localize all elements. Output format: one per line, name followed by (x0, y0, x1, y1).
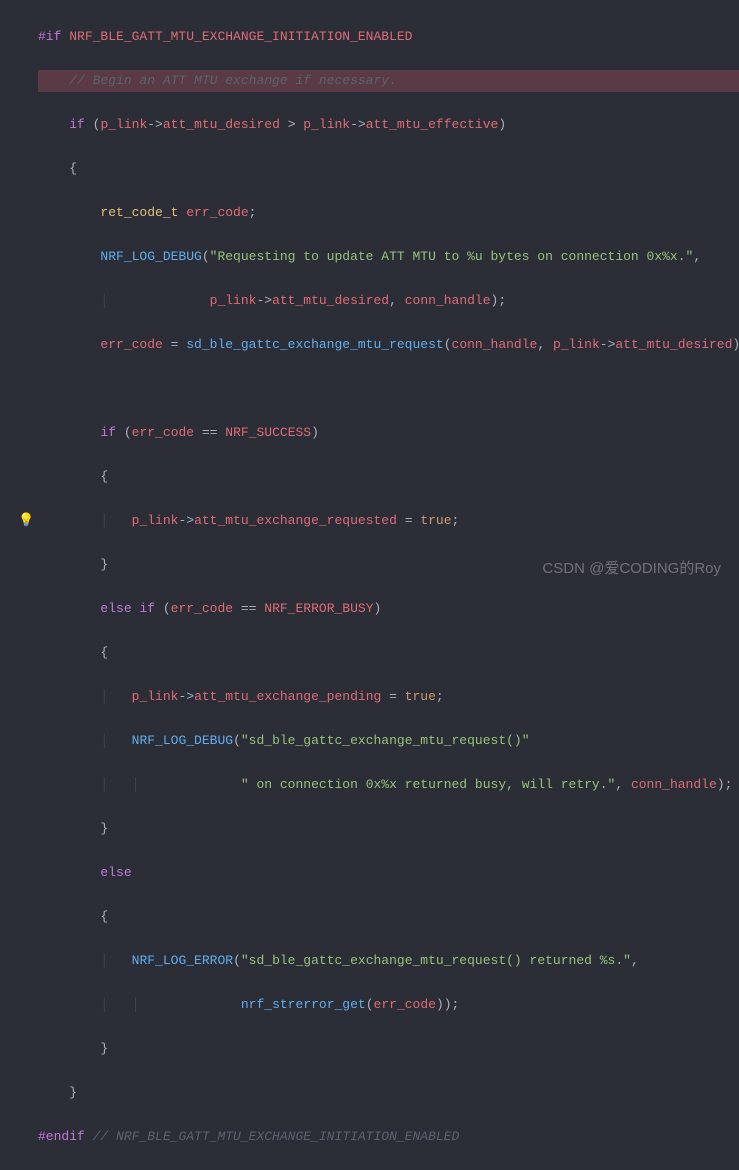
code-line: if (err_code == NRF_SUCCESS) (38, 422, 739, 444)
code-line: #endif // NRF_BLE_GATT_MTU_EXCHANGE_INIT… (38, 1126, 739, 1148)
code-line: │ p_link->att_mtu_exchange_requested = t… (38, 510, 739, 532)
code-line: err_code = sd_ble_gattc_exchange_mtu_req… (38, 334, 739, 356)
code-editor[interactable]: #if NRF_BLE_GATT_MTU_EXCHANGE_INITIATION… (0, 0, 739, 1170)
code-line: #if NRF_BLE_GATT_MTU_EXCHANGE_INITIATION… (38, 26, 739, 48)
editor-gutter (0, 0, 38, 588)
code-line: } (38, 1038, 739, 1060)
code-line: { (38, 466, 739, 488)
code-line: ret_code_t err_code; (38, 202, 739, 224)
code-line: } (38, 554, 739, 576)
code-line (38, 378, 739, 400)
code-line: │ │ " on connection 0x%x returned busy, … (38, 774, 739, 796)
code-line: │ NRF_LOG_DEBUG("sd_ble_gattc_exchange_m… (38, 730, 739, 752)
code-line-highlighted: // Begin an ATT MTU exchange if necessar… (38, 70, 739, 92)
code-line: NRF_LOG_DEBUG("Requesting to update ATT … (38, 246, 739, 268)
code-line: │ │ nrf_strerror_get(err_code)); (38, 994, 739, 1016)
code-line: } (38, 1082, 739, 1104)
code-line: │ NRF_LOG_ERROR("sd_ble_gattc_exchange_m… (38, 950, 739, 972)
code-line: { (38, 158, 739, 180)
code-line: { (38, 642, 739, 664)
code-line: if (p_link->att_mtu_desired > p_link->at… (38, 114, 739, 136)
code-line: else if (err_code == NRF_ERROR_BUSY) (38, 598, 739, 620)
code-line: { (38, 906, 739, 928)
code-line: else (38, 862, 739, 884)
code-line: } (38, 818, 739, 840)
code-line: │ p_link->att_mtu_exchange_pending = tru… (38, 686, 739, 708)
code-line: │ p_link->att_mtu_desired, conn_handle); (38, 290, 739, 312)
lightbulb-icon[interactable]: 💡 (18, 510, 34, 532)
